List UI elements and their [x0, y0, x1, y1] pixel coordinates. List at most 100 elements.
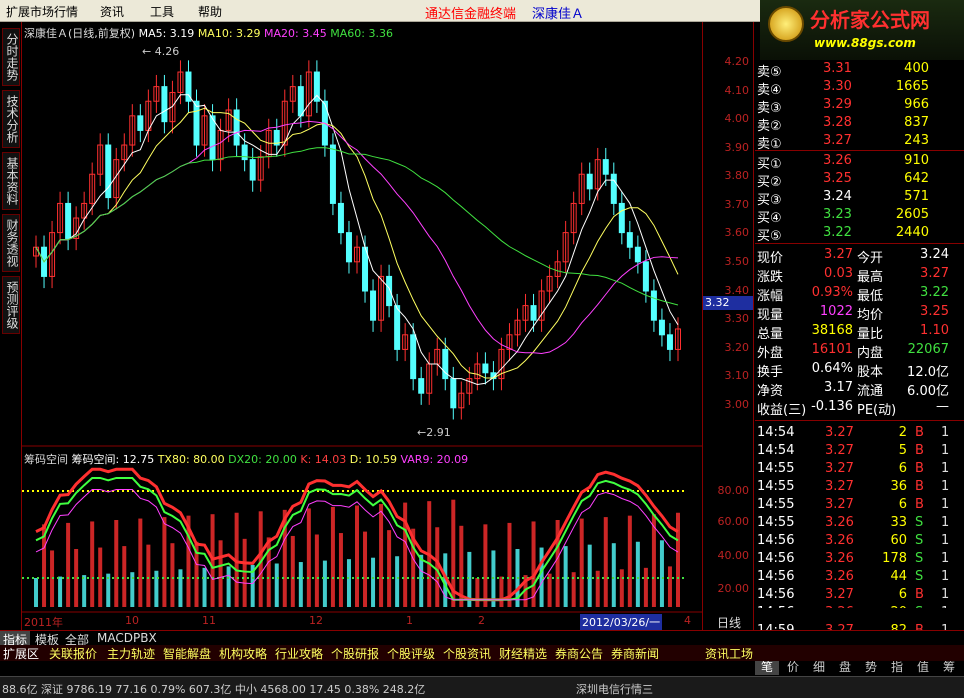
info-tab[interactable]: 扩展区	[0, 645, 42, 661]
indicator-bar	[242, 538, 247, 607]
kline-title: 深康佳Ａ(日线,前复权)	[24, 27, 136, 40]
info-tab[interactable]: 资讯工场	[702, 645, 756, 661]
time-tick: 2011年	[24, 616, 63, 629]
candle-body	[329, 144, 336, 204]
quote-value: 22067	[907, 342, 949, 357]
indicator-bar	[138, 518, 143, 607]
quote-panel: 卖⑤ 3.31 400 卖④ 3.30 1665 卖③ 3.29 966 卖② 3.28 837 卖① 3…	[755, 60, 964, 675]
quote-value: 38168	[811, 323, 853, 338]
quote-value: 3.17	[824, 380, 853, 395]
quote-value: 6.00亿	[907, 384, 949, 399]
side-tab-technical[interactable]: 技术分析	[2, 90, 20, 148]
info-tab[interactable]: 个股资讯	[440, 645, 494, 661]
info-tab[interactable]: 行业攻略	[272, 645, 326, 661]
quote-label: 最高	[857, 270, 884, 285]
indicator-bar	[170, 543, 175, 607]
menu-item-help[interactable]: 帮助	[198, 3, 222, 20]
indicator-bar	[338, 533, 343, 607]
indicator-bar	[579, 518, 584, 607]
tick-side: S	[915, 533, 924, 548]
candle-body	[634, 246, 641, 263]
indicator-bar	[563, 546, 568, 607]
tick-side: B	[915, 497, 924, 512]
quote-label: 净资	[757, 384, 784, 399]
candle-body	[626, 232, 633, 248]
tick-price: 3.26	[825, 515, 854, 530]
kline-chart-svg[interactable]: ← 4.26 ←2.91	[22, 22, 702, 630]
tick-time: 14:55	[757, 479, 795, 494]
indicator-bar	[218, 540, 223, 607]
sell-price: 3.29	[823, 97, 852, 112]
indicator-bar	[627, 515, 632, 607]
candle-body	[410, 334, 417, 380]
menu-item-news[interactable]: 资讯	[100, 3, 124, 20]
period-label[interactable]: 日线	[717, 614, 741, 631]
quote-row: 收益(三) -0.136 PE(动) —	[757, 398, 961, 418]
indicator-value: 筹码空间: 12.75	[71, 453, 155, 466]
tick-row: 14:55 3.26 33 S 1	[757, 514, 961, 532]
candle-body	[610, 173, 617, 204]
indicator-bar	[114, 520, 119, 607]
tick-side: B	[915, 425, 924, 440]
side-tab-forecast[interactable]: 预测评级	[2, 276, 20, 334]
info-tab[interactable]: 机构攻略	[216, 645, 270, 661]
indicator-tick: 60.00	[717, 515, 750, 528]
side-tabs: 分时走势 技术分析 基本资料 财务透视 预测评级	[0, 22, 22, 630]
sell-price: 3.27	[823, 133, 852, 148]
indicator-bar	[499, 576, 504, 607]
tick-row: 14:56 3.26 44 S 1	[757, 568, 961, 586]
side-tab-intraday[interactable]: 分时走势	[2, 28, 20, 86]
menu-item-extended-market[interactable]: 扩展市场行情	[6, 3, 78, 20]
sell-volume: 837	[904, 115, 929, 130]
candle-body	[642, 261, 649, 292]
tick-count: 1	[941, 479, 950, 494]
side-tab-fundamentals[interactable]: 基本资料	[2, 152, 20, 210]
info-tab[interactable]: 关联报价	[46, 645, 100, 661]
high-annotation: ← 4.26	[142, 45, 179, 58]
tick-time: 14:55	[757, 461, 795, 476]
candle-body	[370, 290, 377, 321]
indicator-bar	[611, 543, 616, 607]
dx20-label: DX20: 20.00	[228, 453, 297, 466]
info-tab[interactable]: 券商公告	[552, 645, 606, 661]
info-tab[interactable]: 个股研报	[328, 645, 382, 661]
indicator-bar	[387, 530, 392, 607]
side-tab-finance[interactable]: 财务透视	[2, 214, 20, 272]
quote-row: 总量 38168 量比 1.10	[757, 322, 961, 342]
quote-row: 涨跌 0.03 最高 3.27	[757, 265, 961, 285]
quote-row: 涨幅 0.93% 最低 3.22	[757, 284, 961, 304]
tick-side: S	[915, 515, 924, 530]
current-price-tag: 3.32	[703, 296, 753, 310]
chart-area[interactable]: ← 4.26 ←2.91 深康佳Ａ(日线,前复权) MA5: 3.19 MA10…	[22, 22, 702, 630]
indicator-header: 筹码空间 筹码空间: 12.75 TX80: 80.00 DX20: 20.00…	[24, 451, 468, 467]
tick-row: 14:56 3.26 60 S 1	[757, 532, 961, 550]
tick-row: 14:56 3.27 6 B 1	[757, 586, 961, 604]
tick-count: 1	[941, 533, 950, 548]
ma60-label: MA60: 3.36	[330, 27, 393, 40]
time-tick: 12	[309, 614, 323, 627]
tick-time: 14:56	[757, 551, 795, 566]
indicator-tick: 40.00	[717, 549, 750, 562]
info-tab[interactable]: 财经精选	[496, 645, 550, 661]
tick-time: 14:56	[757, 569, 795, 584]
ma20-label: MA20: 3.45	[264, 27, 327, 40]
info-tab[interactable]: 个股评级	[384, 645, 438, 661]
quote-label: 换手	[757, 365, 784, 380]
tick-volume: 6	[898, 587, 907, 602]
indicator-bar	[403, 502, 408, 607]
indicator-bar	[483, 524, 488, 607]
candle-body	[666, 334, 673, 350]
indicator-bar	[371, 557, 376, 607]
tick-count: 1	[941, 497, 950, 512]
candle-body	[249, 159, 256, 181]
info-tab[interactable]: 券商新闻	[608, 645, 662, 661]
tick-price: 3.26	[825, 533, 854, 548]
indicator-bar	[667, 566, 672, 607]
indicator-bar	[603, 517, 608, 607]
menu-item-tools[interactable]: 工具	[150, 3, 174, 20]
tick-price: 3.27	[825, 497, 854, 512]
low-annotation: ←2.91	[417, 426, 451, 439]
info-tab[interactable]: 主力轨迹	[104, 645, 158, 661]
tick-count: 1	[941, 515, 950, 530]
info-tab[interactable]: 智能解盘	[160, 645, 214, 661]
